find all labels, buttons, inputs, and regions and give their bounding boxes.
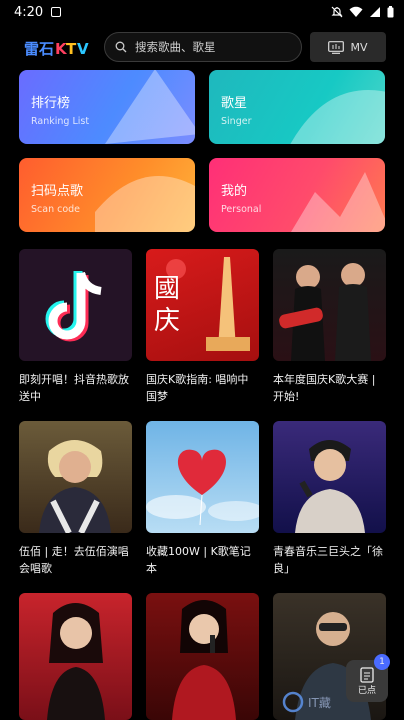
decorative-shape	[290, 90, 385, 144]
card-title: 伍佰 | 走！去伍佰演唱会唱歌	[19, 545, 129, 575]
playlist-card[interactable]: 本年度国庆K歌大赛 | 开始!	[273, 249, 386, 405]
category-subtitle: Ranking List	[31, 116, 90, 127]
mute-icon	[331, 6, 343, 18]
status-icons	[331, 6, 394, 18]
list-icon	[360, 666, 374, 683]
category-subtitle: Singer	[221, 116, 252, 127]
card-image-national-day: 國庆	[146, 249, 259, 361]
category-singer[interactable]: 歌星 Singer	[209, 70, 385, 144]
watermark: IT藏	[282, 684, 404, 720]
performers-photo	[279, 263, 371, 361]
decorative-shape	[95, 176, 195, 232]
status-time: 4:20	[14, 4, 44, 20]
card-image-youth-music	[273, 421, 386, 533]
card-title: 本年度国庆K歌大赛 | 开始!	[273, 373, 376, 403]
playlist-card[interactable]	[19, 593, 132, 720]
search-placeholder: 搜索歌曲、歌星	[135, 40, 216, 54]
svg-text:T: T	[66, 40, 77, 58]
card-title: 青春音乐三巨头之「徐良」	[273, 545, 383, 575]
card-title: 即刻开唱！抖音热歌放送中	[19, 373, 129, 403]
search-input[interactable]: 搜索歌曲、歌星	[104, 32, 302, 62]
battery-icon	[387, 6, 394, 18]
playlist-card[interactable]: 收藏100W | K歌笔记本	[146, 421, 259, 577]
mv-label: MV	[350, 40, 368, 54]
category-subtitle: Scan code	[31, 204, 81, 215]
selected-count-badge: 1	[374, 654, 390, 670]
signal-icon	[370, 7, 380, 17]
heart-balloon-icon	[146, 449, 259, 526]
playlist-card[interactable]: 即刻开唱！抖音热歌放送中	[19, 249, 132, 405]
tv-icon	[328, 40, 345, 54]
playlist-card[interactable]: 國庆 国庆K歌指南: 唱响中国梦	[146, 249, 259, 405]
decorative-shape	[105, 70, 195, 144]
card-title: 国庆K歌指南: 唱响中国梦	[146, 373, 249, 403]
card-image-text: 國庆	[154, 274, 181, 336]
card-image-singer	[19, 421, 132, 533]
card-title: 收藏100W | K歌笔记本	[146, 545, 251, 575]
status-bar: 4:20	[0, 0, 404, 24]
card-image-contest	[273, 249, 386, 361]
decorative-shape	[291, 172, 385, 232]
singer-photo	[172, 600, 236, 720]
notification-icon	[51, 7, 62, 17]
category-ranking[interactable]: 排行榜 Ranking List	[19, 70, 195, 144]
search-icon	[115, 41, 127, 53]
singer-photo	[39, 440, 111, 533]
card-image-singer	[19, 593, 132, 720]
svg-text:雷石: 雷石	[24, 40, 54, 58]
watermark-logo	[282, 691, 304, 713]
category-scan-code[interactable]: 扫码点歌 Scan code	[19, 158, 195, 232]
card-image-singer	[146, 593, 259, 720]
mv-button[interactable]: MV	[310, 32, 386, 62]
playlist-card[interactable]: 伍佰 | 走！去伍佰演唱会唱歌	[19, 421, 132, 577]
header: 雷石 K T V 搜索歌曲、歌星 MV	[0, 32, 404, 62]
tiktok-logo-icon	[45, 271, 102, 342]
playlist-card[interactable]: 青春音乐三巨头之「徐良」	[273, 421, 386, 577]
category-personal[interactable]: 我的 Personal	[209, 158, 385, 232]
svg-text:V: V	[77, 40, 89, 58]
card-image-heart-balloon	[146, 421, 259, 533]
playlist-card[interactable]	[146, 593, 259, 720]
singer-photo	[295, 440, 365, 533]
app-logo: 雷石 K T V	[24, 40, 89, 58]
watermark-text: IT藏	[308, 695, 331, 710]
singer-photo	[47, 603, 105, 720]
category-subtitle: Personal	[221, 204, 262, 215]
card-image-tiktok	[19, 249, 132, 361]
wifi-icon	[349, 6, 363, 17]
